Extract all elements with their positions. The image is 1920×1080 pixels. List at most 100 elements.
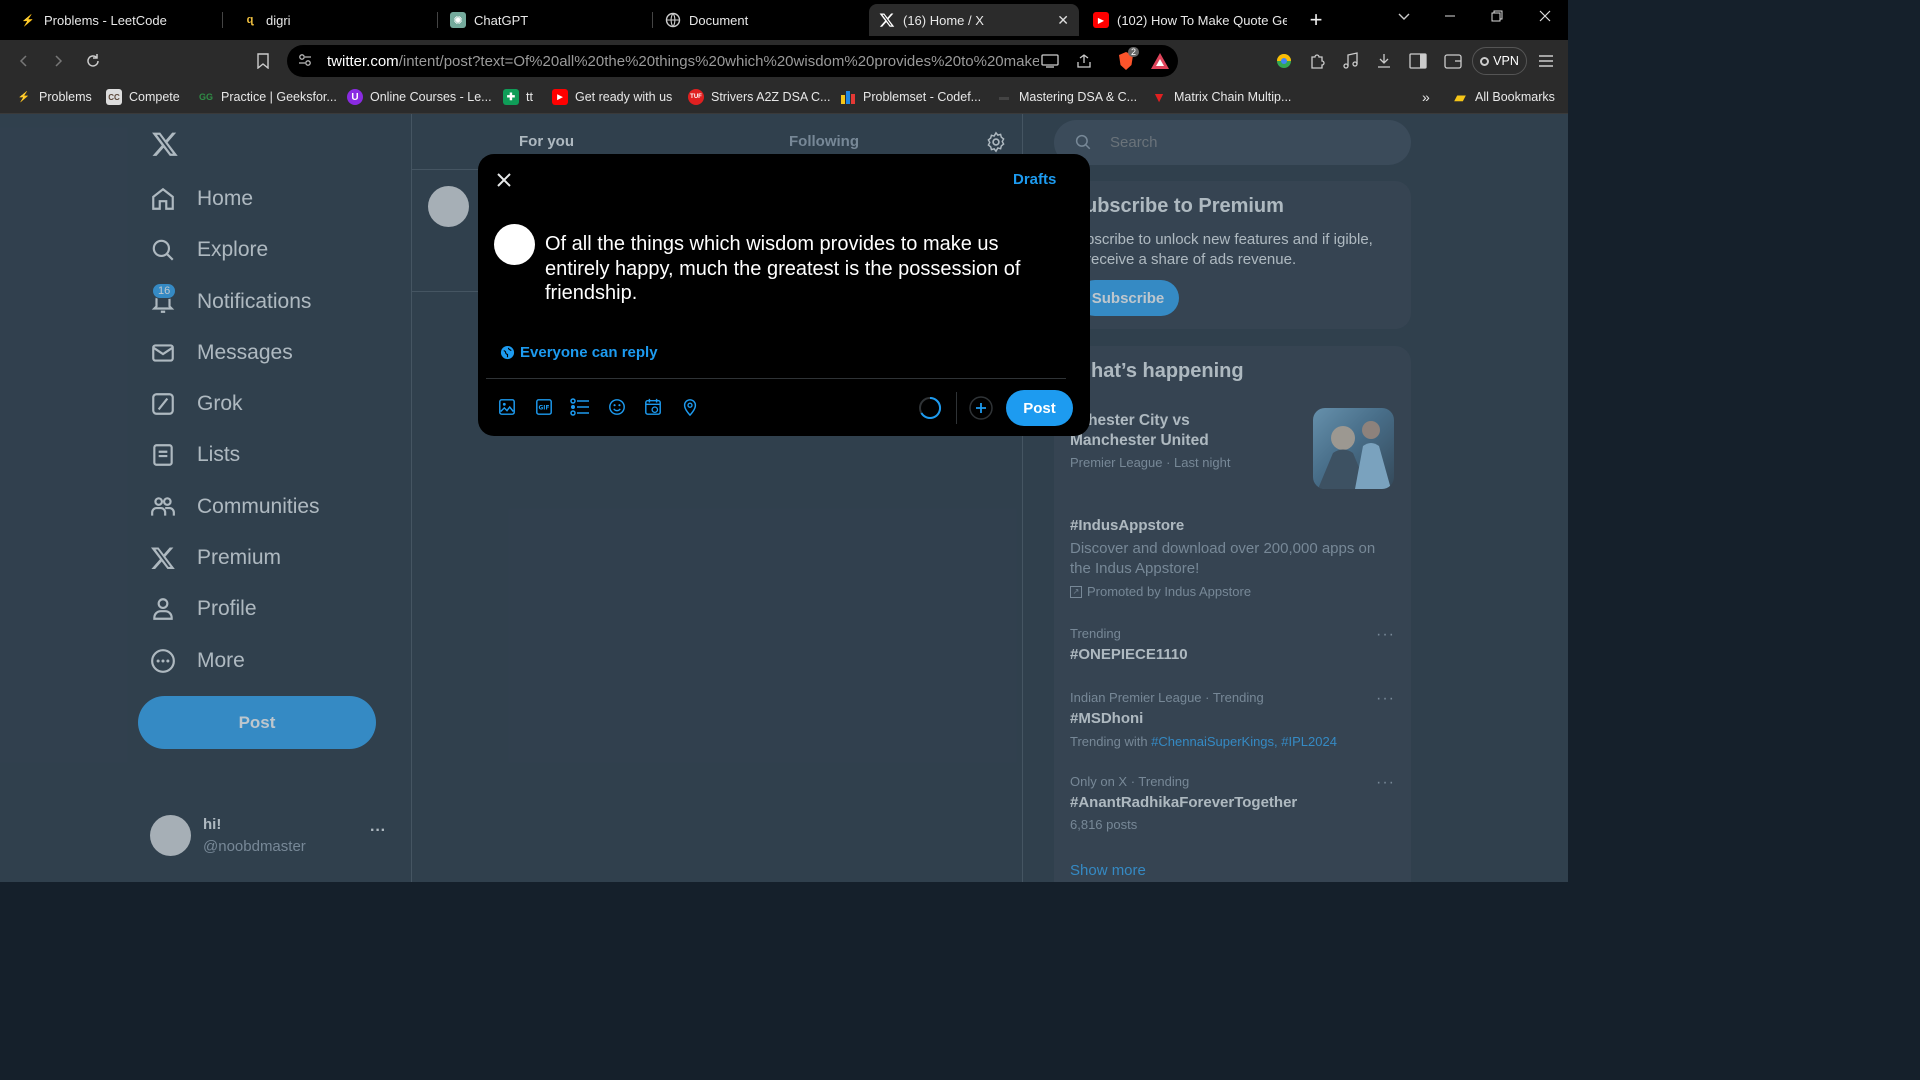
- post-button[interactable]: Post: [1006, 390, 1073, 426]
- forward-icon[interactable]: [48, 51, 68, 71]
- bookmark-label: Strivers A2Z DSA C...: [711, 90, 831, 104]
- music-icon[interactable]: [1341, 51, 1361, 71]
- brave-shield-icon[interactable]: 2: [1116, 47, 1140, 71]
- tab-title: Document: [689, 12, 749, 28]
- globe-icon: [500, 345, 515, 360]
- bookmark-label: Problemset - Codef...: [863, 90, 982, 104]
- tab-title: ChatGPT: [474, 12, 529, 28]
- bookmark-codeforces[interactable]: Problemset - Codef...: [840, 89, 981, 105]
- bookmark-problems[interactable]: ⚡ Problems: [16, 89, 92, 105]
- add-post-icon[interactable]: [969, 396, 993, 420]
- vpn-status-icon: [1480, 56, 1490, 66]
- url-path: /intent/post?text=Of%20all%20the%20thing…: [398, 52, 1039, 70]
- leetcode-icon: ⚡: [21, 14, 35, 27]
- x-logo-icon: [879, 12, 895, 28]
- bookmark-label: tt: [526, 90, 533, 104]
- brave-rewards-icon[interactable]: [1150, 51, 1170, 71]
- modal-divider: [486, 378, 1066, 379]
- all-bookmarks-label: All Bookmarks: [1475, 90, 1555, 104]
- reload-icon[interactable]: [83, 51, 103, 71]
- courses-icon: U: [347, 89, 363, 105]
- vpn-label: VPN: [1493, 54, 1519, 68]
- all-bookmarks-button[interactable]: ▰ All Bookmarks: [1452, 89, 1555, 105]
- browser-menu-icon[interactable]: [1536, 51, 1556, 71]
- minimize-icon[interactable]: [1440, 6, 1460, 26]
- bookmarks-overflow-button[interactable]: »: [1422, 89, 1430, 105]
- bookmark-mastering-dsa[interactable]: ▬ Mastering DSA & C...: [996, 89, 1137, 105]
- close-tab-icon[interactable]: ✕: [1057, 12, 1069, 29]
- youtube-icon: ▶: [552, 89, 568, 105]
- bookmark-strivers[interactable]: TUF Strivers A2Z DSA C...: [688, 89, 830, 105]
- tuf-icon: TUF: [688, 89, 704, 105]
- bookmark-geeksforgeeks[interactable]: GG Practice | Geeksfor...: [198, 89, 337, 105]
- sheets-icon: ✚: [503, 89, 519, 105]
- tab-title: digri: [266, 12, 291, 28]
- tab-title: (16) Home / X: [903, 12, 984, 28]
- cast-icon[interactable]: [1040, 51, 1060, 71]
- youtube-icon: ▶: [1093, 12, 1109, 28]
- restore-icon[interactable]: [1487, 6, 1507, 26]
- digri-icon: ɋ: [246, 14, 254, 26]
- bookmark-label: Matrix Chain Multip...: [1174, 90, 1292, 104]
- wallet-icon[interactable]: [1443, 51, 1463, 71]
- bookmark-youtube[interactable]: ▶ Get ready with us: [552, 89, 672, 105]
- bookmark-label: Mastering DSA & C...: [1019, 90, 1138, 104]
- extension-color-icon[interactable]: [1274, 51, 1294, 71]
- bookmark-label: Online Courses - Le...: [370, 90, 492, 104]
- tab-search-chevron-icon[interactable]: [1394, 6, 1414, 26]
- bookmark-label: Practice | Geeksfor...: [221, 90, 337, 104]
- toolbar-divider: [956, 392, 957, 424]
- reply-setting-label: Everyone can reply: [520, 344, 658, 361]
- bookmark-page-icon[interactable]: [253, 51, 273, 71]
- emoji-icon[interactable]: [607, 397, 627, 417]
- compose-modal: Drafts Of all the things which wisdom pr…: [478, 154, 1090, 436]
- gfg-icon: GG: [198, 92, 213, 102]
- gif-icon[interactable]: GIF: [534, 397, 554, 417]
- bookmark-favicon: ▬: [999, 91, 1009, 103]
- matrix-chain-icon: ▼: [1152, 89, 1166, 105]
- svg-text:GIF: GIF: [539, 406, 550, 412]
- chatgpt-icon: ✺: [450, 12, 466, 28]
- tab-x-home[interactable]: (16) Home / X ✕: [869, 4, 1079, 36]
- globe-icon: [665, 12, 681, 28]
- bookmark-matrix-chain[interactable]: ▼ Matrix Chain Multip...: [1151, 89, 1291, 105]
- new-tab-icon[interactable]: +: [1306, 7, 1326, 32]
- bookmark-label: Get ready with us: [575, 90, 673, 104]
- back-icon[interactable]: [14, 51, 34, 71]
- leetcode-icon: ⚡: [17, 91, 31, 103]
- bookmark-compete[interactable]: CC Compete: [106, 89, 180, 105]
- tab-document[interactable]: Document: [645, 4, 860, 36]
- share-icon[interactable]: [1074, 51, 1094, 71]
- brave-badge: 2: [1128, 47, 1140, 57]
- window-close-icon[interactable]: [1535, 6, 1555, 26]
- bookmark-label: Problems: [39, 90, 92, 104]
- url-host: twitter.com: [327, 52, 399, 70]
- tab-chatgpt[interactable]: ✺ ChatGPT: [430, 4, 645, 36]
- compose-avatar: [494, 224, 535, 265]
- extensions-icon[interactable]: [1307, 51, 1327, 71]
- close-icon[interactable]: [494, 170, 514, 190]
- codechef-icon: CC: [106, 89, 122, 105]
- location-icon[interactable]: [680, 397, 700, 417]
- poll-icon[interactable]: [570, 397, 590, 417]
- tab-digri[interactable]: ɋ digri: [222, 4, 437, 36]
- vpn-button[interactable]: VPN: [1472, 47, 1527, 75]
- bookmark-online-courses[interactable]: U Online Courses - Le...: [347, 89, 492, 105]
- folder-icon: ▰: [1454, 88, 1466, 105]
- drafts-button[interactable]: Drafts: [1013, 171, 1056, 188]
- browser-tab-bar: ⚡ Problems - LeetCode ɋ digri ✺ ChatGPT …: [0, 0, 1568, 40]
- bookmark-label: Compete: [129, 90, 180, 104]
- tab-leetcode[interactable]: ⚡ Problems - LeetCode: [0, 4, 222, 36]
- media-icon[interactable]: [497, 397, 517, 417]
- codeforces-icon: [840, 89, 856, 105]
- schedule-icon[interactable]: [643, 397, 663, 417]
- download-icon[interactable]: [1374, 51, 1394, 71]
- compose-textarea[interactable]: Of all the things which wisdom provides …: [545, 232, 1065, 306]
- character-progress-ring: [918, 396, 942, 420]
- bookmark-tt[interactable]: ✚ tt: [503, 89, 533, 105]
- sidebar-toggle-icon[interactable]: [1408, 51, 1428, 71]
- tab-youtube[interactable]: ▶ (102) How To Make Quote Gen: [1080, 4, 1295, 36]
- reply-setting-button[interactable]: Everyone can reply: [500, 344, 658, 361]
- tab-title: Problems - LeetCode: [44, 12, 167, 28]
- site-settings-icon[interactable]: [297, 52, 313, 71]
